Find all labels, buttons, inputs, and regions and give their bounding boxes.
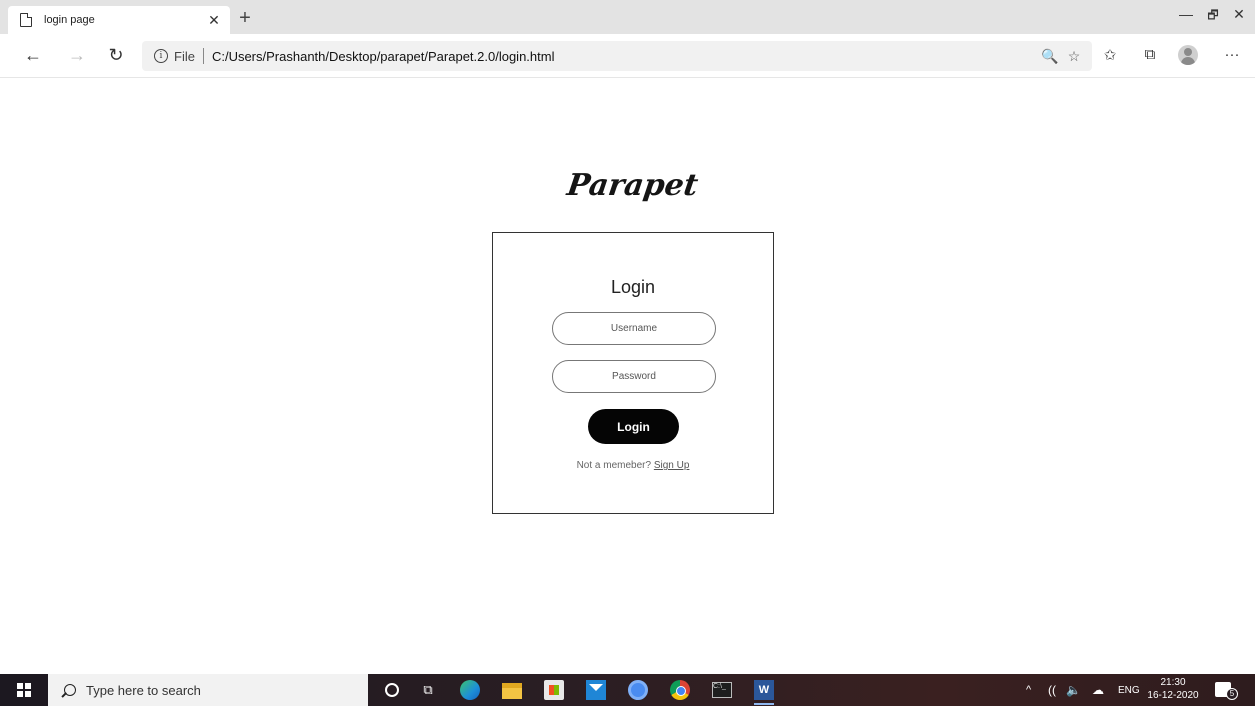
search-icon [64,684,76,696]
browser-tab[interactable]: login page ✕ [8,6,230,34]
microsoft-store-icon[interactable] [544,680,564,700]
info-icon[interactable]: i [154,49,168,63]
wifi-icon[interactable]: (( [1048,674,1056,706]
favorite-star-icon[interactable]: ☆ [1062,48,1086,65]
clock-time: 21:30 [1160,677,1186,688]
close-window-button[interactable]: ✕ [1229,6,1249,23]
windows-logo-icon [17,683,31,697]
login-button[interactable]: Login [588,409,679,444]
show-hidden-icons-chevron-icon[interactable]: ^ [1026,674,1031,706]
browser-toolbar: ← → ↻ i File C:/Users/Prashanth/Desktop/… [0,34,1255,78]
browser-tab-strip: login page ✕ + — 🗗 ✕ [0,0,1255,34]
start-button[interactable] [0,674,48,706]
tab-title: login page [44,14,95,26]
back-button[interactable]: ← [22,45,44,65]
scheme-label: File [174,48,195,64]
taskbar-search-box[interactable]: Type here to search [48,674,368,706]
address-bar[interactable]: i File C:/Users/Prashanth/Desktop/parape… [142,41,1092,71]
url-text[interactable]: C:/Users/Prashanth/Desktop/parapet/Parap… [212,49,1038,64]
notifications-badge: 5 [1226,688,1238,700]
file-explorer-icon[interactable] [502,683,522,699]
windows-taskbar: Type here to search ⧉ C:\_ W ^ (( 🔈 ☁ EN… [0,674,1255,706]
parapet-logo: Parapet [564,168,701,203]
minimize-button[interactable]: — [1176,6,1196,22]
task-view-icon[interactable]: ⧉ [418,680,438,700]
word-active-indicator [754,703,774,705]
onedrive-cloud-icon[interactable]: ☁ [1092,674,1104,706]
page-icon [20,13,32,27]
chrome-icon[interactable] [670,680,690,700]
taskbar-search-placeholder: Type here to search [86,682,201,698]
password-input[interactable] [552,360,716,393]
address-separator [202,48,204,64]
more-menu-icon[interactable]: ··· [1220,46,1244,63]
maximize-button[interactable]: 🗗 [1203,6,1223,27]
command-prompt-icon[interactable]: C:\_ [712,682,732,698]
zoom-icon[interactable]: 🔍 [1038,48,1062,65]
language-indicator[interactable]: ENG [1118,674,1140,706]
volume-icon[interactable]: 🔈 [1066,674,1081,706]
favorites-icon[interactable]: ✩ [1098,46,1122,64]
new-tab-button[interactable]: + [234,7,256,29]
login-card: Login Login Not a memeber? Sign Up [492,232,774,514]
login-title: Login [610,277,656,297]
chromium-icon[interactable] [628,680,648,700]
forward-button[interactable]: → [66,45,88,65]
collections-icon[interactable]: ⧉ [1138,46,1162,63]
taskbar-clock[interactable]: 21:30 16-12-2020 [1143,676,1203,702]
profile-avatar-icon[interactable] [1178,45,1198,65]
signup-prompt: Not a memeber? Sign Up [493,460,773,471]
word-icon[interactable]: W [754,680,774,700]
refresh-button[interactable]: ↻ [105,45,127,65]
cortana-icon[interactable] [385,683,399,697]
signup-prompt-text: Not a memeber? [576,460,652,471]
edge-browser-icon[interactable] [460,680,480,700]
signup-link[interactable]: Sign Up [654,460,690,471]
tab-close-icon[interactable]: ✕ [206,12,222,29]
clock-date: 16-12-2020 [1147,690,1199,701]
mail-icon[interactable] [586,680,606,700]
username-input[interactable] [552,312,716,345]
